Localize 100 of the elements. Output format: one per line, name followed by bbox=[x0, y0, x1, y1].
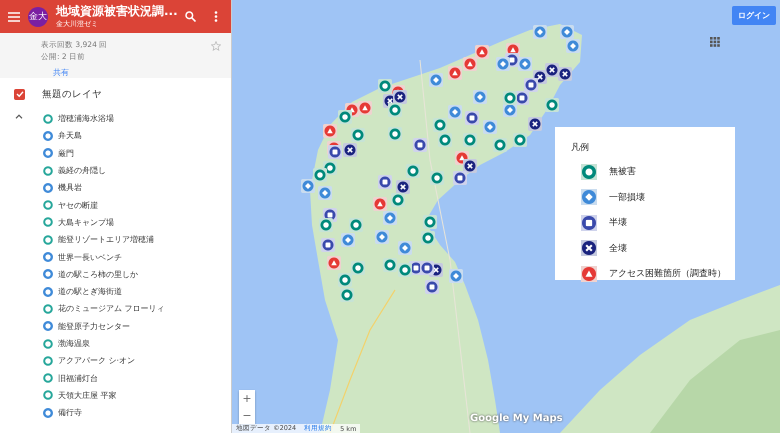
more-icon[interactable] bbox=[214, 11, 218, 22]
map-marker[interactable] bbox=[493, 138, 507, 152]
map-marker[interactable] bbox=[533, 25, 547, 39]
ring-icon bbox=[43, 166, 53, 176]
map-marker[interactable] bbox=[323, 124, 337, 138]
login-button[interactable]: ログイン bbox=[732, 6, 776, 25]
map-marker[interactable] bbox=[349, 218, 363, 232]
map-marker[interactable] bbox=[430, 171, 444, 185]
map-marker[interactable] bbox=[448, 105, 462, 119]
place-item[interactable]: 能登リゾートエリア増穂浦 bbox=[58, 234, 154, 246]
map-marker[interactable] bbox=[566, 39, 580, 53]
map-marker[interactable] bbox=[319, 218, 333, 232]
place-item[interactable]: 花のミュージアム フローリィ bbox=[58, 303, 165, 314]
map-marker[interactable] bbox=[340, 288, 354, 302]
star-icon[interactable] bbox=[211, 41, 221, 51]
ring-icon bbox=[43, 269, 53, 280]
map-marker[interactable] bbox=[388, 103, 402, 117]
map-marker[interactable] bbox=[341, 233, 355, 247]
place-item[interactable]: ヤセの断崖 bbox=[58, 200, 98, 211]
map-marker[interactable] bbox=[518, 57, 532, 71]
map-marker[interactable] bbox=[351, 261, 365, 275]
map-marker[interactable] bbox=[513, 133, 527, 147]
layer-name: 無題のレイヤ bbox=[42, 88, 102, 100]
map-marker[interactable] bbox=[396, 180, 410, 194]
map-marker[interactable] bbox=[328, 145, 342, 159]
map-marker[interactable] bbox=[406, 164, 420, 178]
zoom-in-button[interactable]: + bbox=[239, 390, 255, 407]
map-marker[interactable] bbox=[473, 90, 487, 104]
place-item[interactable]: アクアパーク シ·オン bbox=[58, 355, 136, 366]
apps-icon[interactable] bbox=[710, 37, 720, 47]
map-marker[interactable] bbox=[383, 258, 397, 272]
layer-checkbox[interactable] bbox=[14, 88, 25, 100]
place-item[interactable]: 増穂浦海水浴場 bbox=[58, 113, 114, 124]
map-marker[interactable] bbox=[393, 90, 407, 104]
legend-label: 全壊 bbox=[609, 242, 627, 255]
place-item[interactable]: 能登原子力センター bbox=[58, 320, 130, 332]
map-marker[interactable] bbox=[429, 73, 443, 87]
map-title: 地域資源被害状況調... bbox=[56, 4, 178, 19]
map-marker[interactable] bbox=[398, 241, 412, 255]
zoom-out-button[interactable]: − bbox=[239, 407, 255, 424]
place-item[interactable]: 道の駅とぎ海街道 bbox=[58, 286, 122, 298]
map-marker[interactable] bbox=[398, 263, 412, 277]
map-marker[interactable] bbox=[378, 79, 392, 93]
place-item[interactable]: 世界一長いベンチ bbox=[58, 252, 122, 263]
map-marker[interactable] bbox=[318, 186, 332, 200]
map-marker[interactable] bbox=[388, 127, 402, 141]
map-marker[interactable] bbox=[351, 128, 365, 142]
map-marker[interactable] bbox=[524, 78, 538, 92]
map-marker[interactable] bbox=[373, 197, 387, 211]
map-marker[interactable] bbox=[425, 280, 439, 294]
map-marker[interactable] bbox=[420, 261, 434, 275]
caret-icon[interactable] bbox=[15, 114, 23, 119]
map-marker[interactable] bbox=[391, 193, 405, 207]
ring-icon bbox=[43, 217, 53, 228]
map-marker[interactable] bbox=[503, 91, 517, 105]
map-marker[interactable] bbox=[301, 179, 315, 193]
map-marker[interactable] bbox=[438, 133, 452, 147]
menu-icon[interactable] bbox=[8, 12, 20, 22]
place-item[interactable]: 機具岩 bbox=[58, 182, 82, 194]
place-item[interactable]: 道の駅ころ柿の里しか bbox=[58, 268, 138, 280]
map-marker[interactable] bbox=[343, 143, 357, 157]
map-marker[interactable] bbox=[423, 215, 437, 229]
map-marker[interactable] bbox=[463, 133, 477, 147]
place-item[interactable]: 義経の舟隠し bbox=[58, 165, 106, 176]
map-marker[interactable] bbox=[475, 45, 489, 59]
map-marker[interactable] bbox=[463, 57, 477, 71]
map-marker[interactable] bbox=[421, 231, 435, 245]
map-marker[interactable] bbox=[433, 118, 447, 132]
map-marker[interactable] bbox=[448, 66, 462, 80]
map-marker[interactable] bbox=[560, 25, 574, 39]
map-marker[interactable] bbox=[496, 57, 510, 71]
map-marker[interactable] bbox=[358, 101, 372, 115]
map-marker[interactable] bbox=[413, 138, 427, 152]
map-marker[interactable] bbox=[465, 111, 479, 125]
map-marker[interactable] bbox=[449, 269, 463, 283]
place-item[interactable]: 弁天島 bbox=[58, 130, 82, 142]
map-marker[interactable] bbox=[453, 171, 467, 185]
place-item[interactable]: 天領大庄屋 平家 bbox=[58, 390, 117, 401]
map-marker[interactable] bbox=[338, 110, 352, 124]
map-marker[interactable] bbox=[528, 117, 542, 131]
map-marker[interactable] bbox=[378, 175, 392, 189]
map-marker[interactable] bbox=[545, 98, 559, 112]
search-icon[interactable] bbox=[185, 11, 196, 22]
map-marker[interactable] bbox=[375, 230, 389, 244]
map-marker[interactable] bbox=[545, 63, 559, 77]
avatar: 金大 bbox=[28, 6, 48, 26]
map-marker[interactable] bbox=[313, 168, 327, 182]
map-marker[interactable] bbox=[321, 238, 335, 252]
map-marker[interactable] bbox=[338, 273, 352, 287]
place-item[interactable]: 厳門 bbox=[58, 148, 74, 159]
map-marker[interactable] bbox=[463, 159, 477, 173]
place-item[interactable]: 旧福浦灯台 bbox=[58, 372, 98, 384]
place-item[interactable]: 大島キャンプ場 bbox=[58, 216, 114, 228]
map-marker[interactable] bbox=[483, 120, 497, 134]
map-marker[interactable] bbox=[383, 211, 397, 225]
map-marker[interactable] bbox=[558, 67, 572, 81]
place-item[interactable]: 備行寺 bbox=[58, 407, 82, 418]
place-item[interactable]: 渤海温泉 bbox=[58, 338, 90, 349]
ring-icon bbox=[43, 114, 53, 124]
map-marker[interactable] bbox=[327, 256, 341, 270]
